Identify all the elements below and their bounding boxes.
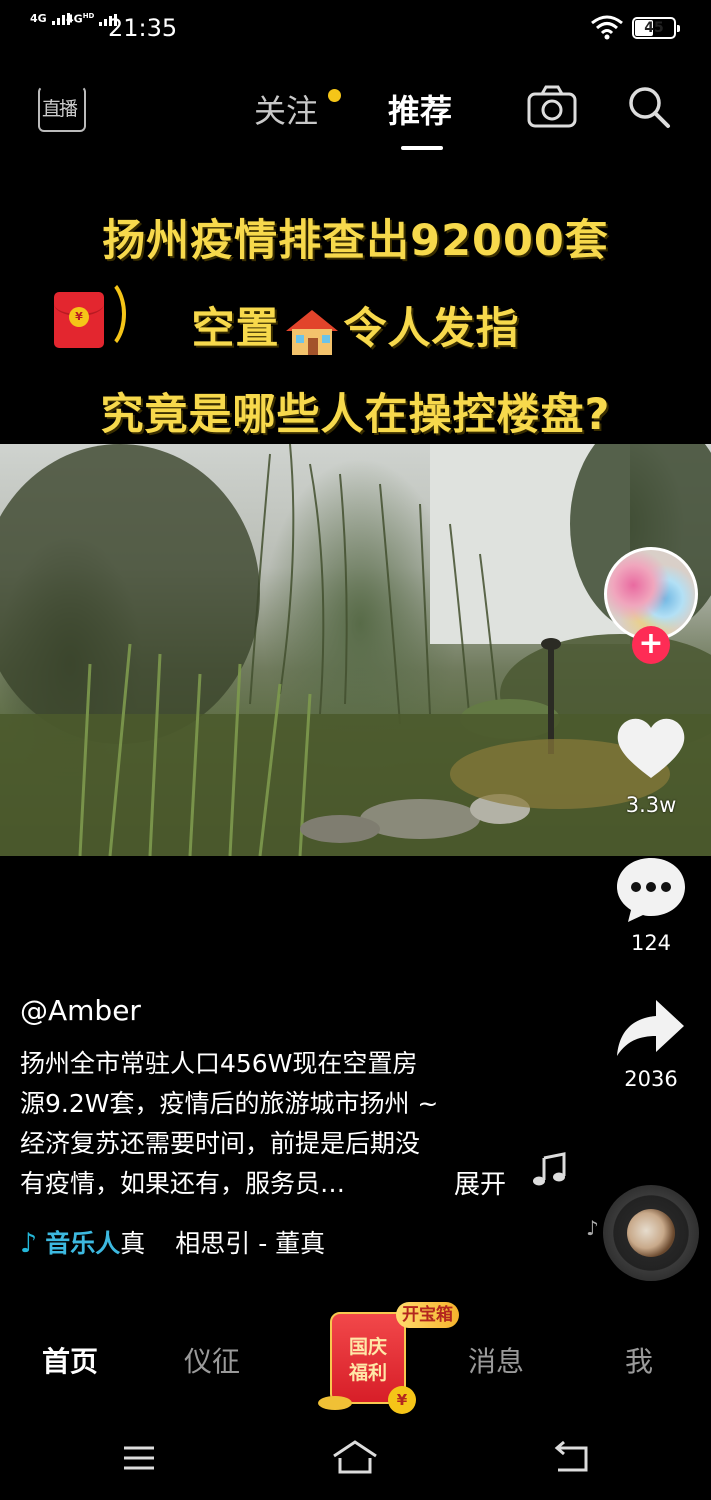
- battery-tip: [677, 25, 680, 32]
- follow-update-dot: [328, 89, 341, 102]
- tab-me[interactable]: 我: [625, 1340, 653, 1380]
- follow-button[interactable]: +: [632, 626, 670, 664]
- wifi-icon: [591, 15, 623, 40]
- promo-line-2: 福利: [348, 1362, 387, 1384]
- network-type-label: 4G: [66, 12, 83, 26]
- caption-line: 有疫情，如果还有，服务员…: [20, 1169, 346, 1198]
- tab-messages[interactable]: 消息: [468, 1340, 524, 1380]
- music-title: 相思引 - 董真: [175, 1229, 326, 1258]
- music-disc[interactable]: [603, 1185, 699, 1281]
- coin-icon: [318, 1396, 352, 1410]
- post-caption: 扬州全市常驻人口456W现在空置房 源9.2W套，疫情后的旅游城市扬州 ~ 经济…: [20, 1044, 520, 1204]
- headline-line-3: 究竟是哪些人在操控楼盘?: [100, 390, 611, 440]
- headline-line-2: 空置 令人发指: [0, 294, 711, 357]
- headline-line-2-after: 令人发指: [343, 304, 520, 354]
- battery-icon: 45: [632, 17, 680, 39]
- live-button[interactable]: 直播: [38, 86, 86, 132]
- music-note-icon: ♪: [20, 1228, 38, 1259]
- music-tag-suffix: 真: [120, 1229, 146, 1258]
- music-cover: [627, 1209, 675, 1257]
- search-icon[interactable]: [626, 84, 672, 130]
- music-tag: 音乐人: [45, 1229, 121, 1258]
- expand-caption-button[interactable]: 展开: [454, 1164, 506, 1201]
- coin-icon: ¥: [388, 1386, 416, 1414]
- tab-recommend[interactable]: 推荐: [388, 86, 452, 132]
- menu-icon[interactable]: [114, 1436, 164, 1480]
- music-note-icon: [533, 1152, 566, 1186]
- caption-line: 扬州全市常驻人口456W现在空置房: [20, 1049, 418, 1078]
- clock: 21:35: [108, 14, 178, 42]
- heart-icon[interactable]: [614, 712, 688, 786]
- caption-line: 经济复苏还需要时间，前提是后期没: [20, 1129, 421, 1158]
- home-icon[interactable]: [330, 1436, 380, 1480]
- headline-line-2-before: 空置: [191, 304, 280, 354]
- network-type-label: 4G: [30, 12, 47, 25]
- camera-icon[interactable]: [526, 84, 578, 130]
- music-note-icon: ♪: [586, 1216, 599, 1240]
- battery-level: 45: [644, 20, 664, 36]
- promo-button[interactable]: 国庆 福利 开宝箱 ¥: [318, 1302, 468, 1420]
- active-tab-indicator: [401, 146, 443, 150]
- tab-city[interactable]: 仪征: [184, 1340, 240, 1380]
- caption-line: 源9.2W套，疫情后的旅游城市扬州 ~: [20, 1089, 439, 1118]
- comment-icon[interactable]: [614, 852, 688, 926]
- author-name[interactable]: @Amber: [20, 994, 141, 1027]
- like-count: 3.3w: [625, 793, 677, 817]
- signal-indicator-1: 4G: [30, 12, 70, 25]
- live-label: 直播: [42, 98, 78, 120]
- headline-line-1: 扬州疫情排查出92000套: [102, 216, 609, 266]
- share-count: 2036: [624, 1067, 678, 1091]
- tab-home[interactable]: 首页: [42, 1340, 98, 1380]
- comment-count: 124: [630, 931, 672, 955]
- tab-follow[interactable]: 关注: [254, 86, 318, 132]
- promo-badge: 开宝箱: [396, 1302, 459, 1328]
- back-icon[interactable]: [548, 1436, 598, 1480]
- share-icon[interactable]: [614, 996, 688, 1062]
- house-icon: [285, 309, 338, 355]
- status-bar: 4G 4GHD 21:35 45: [0, 0, 711, 56]
- hd-label: HD: [82, 12, 95, 20]
- promo-line-1: 国庆: [348, 1336, 387, 1358]
- music-info[interactable]: ♪ 音乐人真 相思引 - 董真: [20, 1224, 325, 1264]
